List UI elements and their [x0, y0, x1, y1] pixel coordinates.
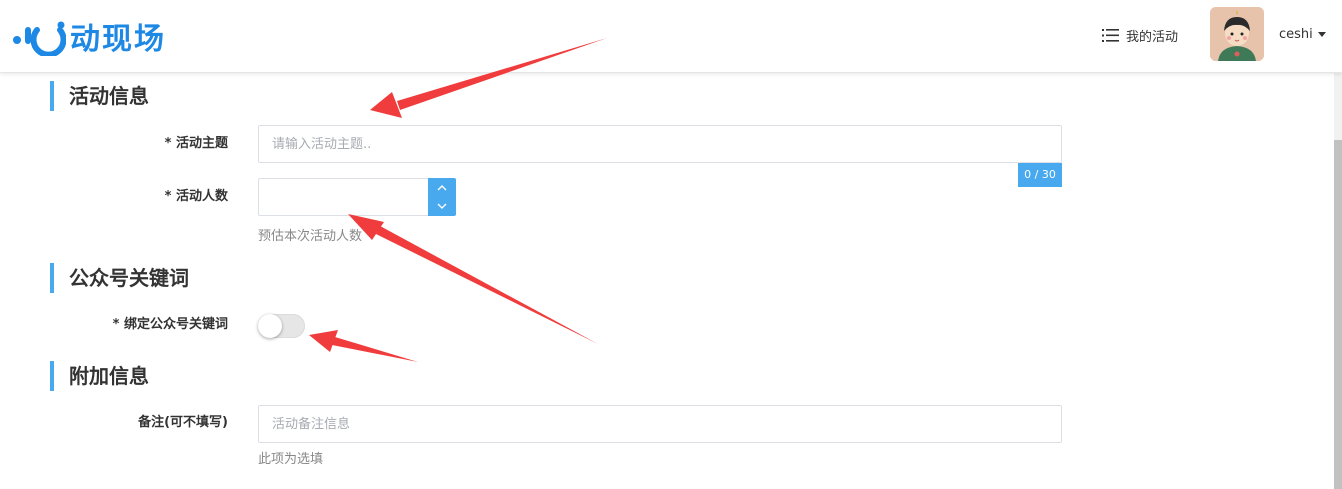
stepper-up-button[interactable] — [428, 178, 456, 197]
count-hint: 预估本次活动人数 — [258, 229, 363, 244]
section-title-wechat-keyword: 公众号关键词 — [50, 263, 189, 293]
top-header: 动现场 我的活动 ceshi — [0, 0, 1342, 73]
avatar[interactable] — [1210, 7, 1264, 61]
stepper-down-button[interactable] — [428, 197, 456, 216]
remark-hint: 此项为选填 — [258, 452, 324, 467]
logo-text: 动现场 — [70, 22, 166, 57]
count-stepper — [428, 178, 456, 216]
annotation-arrow-count — [348, 214, 598, 344]
chevron-up-icon — [437, 185, 447, 191]
annotation-arrow-toggle — [309, 330, 418, 362]
section-title-extra-info: 附加信息 — [50, 361, 149, 391]
list-icon — [1102, 28, 1119, 42]
scrollbar-thumb[interactable] — [1334, 140, 1342, 489]
caret-down-icon — [1317, 31, 1326, 37]
scrollbar-track[interactable] — [1334, 72, 1342, 489]
logo[interactable]: 动现场 — [10, 12, 166, 60]
chevron-down-icon — [437, 203, 447, 209]
user-menu[interactable]: ceshi — [1279, 24, 1326, 44]
my-activities-label: 我的活动 — [1126, 29, 1179, 45]
section-title-activity-info: 活动信息 — [50, 81, 149, 111]
topic-char-counter: 0 / 30 — [1018, 163, 1062, 187]
count-input[interactable] — [258, 178, 429, 216]
remark-input[interactable] — [258, 405, 1062, 443]
username: ceshi — [1279, 26, 1313, 42]
count-label: * 活动人数 — [164, 189, 228, 204]
keyword-toggle[interactable] — [258, 314, 305, 338]
logo-mark-icon — [13, 21, 66, 56]
remark-label: 备注(可不填写) — [138, 415, 228, 430]
toggle-knob — [258, 314, 282, 338]
avatar-image — [1210, 7, 1264, 61]
my-activities-link[interactable]: 我的活动 — [1102, 24, 1178, 46]
topic-input[interactable] — [258, 125, 1062, 163]
keyword-label: * 绑定公众号关键词 — [112, 317, 228, 332]
topic-label: * 活动主题 — [164, 136, 228, 151]
